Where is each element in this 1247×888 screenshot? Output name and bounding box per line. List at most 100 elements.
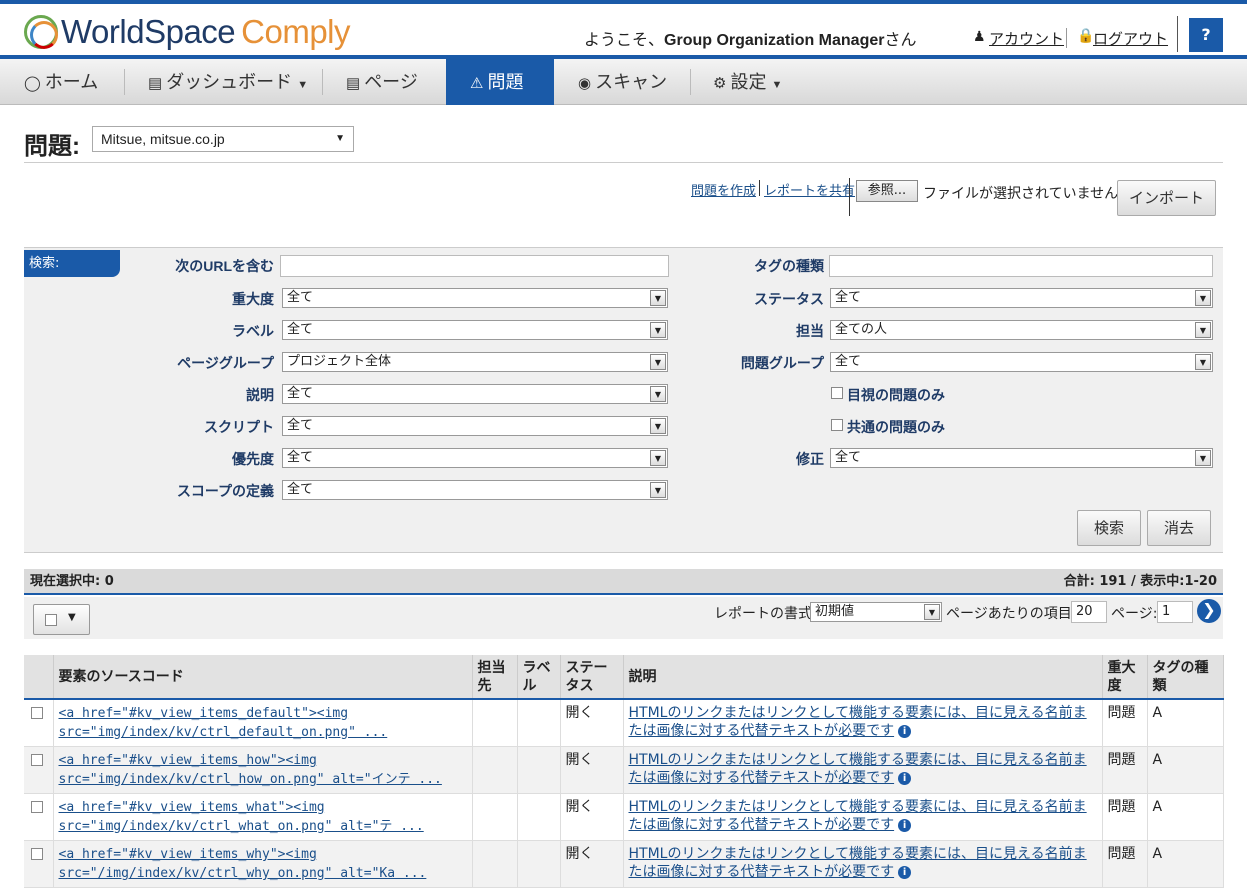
chevron-down-icon: ▼ [68,612,76,623]
page-input[interactable]: 1 [1157,601,1193,623]
chevron-down-icon: ▼ [1195,450,1211,466]
no-file-text: ファイルが選択されていません。 [923,186,1133,202]
tag-type-cell: A [1147,793,1224,841]
fix-label: 修正 [796,451,824,467]
column-header-status[interactable]: ステータス [560,655,624,700]
column-header-description[interactable]: 説明 [623,655,1103,700]
column-header-source[interactable]: 要素のソースコード [53,655,473,700]
source-code-link[interactable]: <a href="#kv_view_items_what"><img src="… [59,800,424,834]
nav-pages[interactable]: ▤ ページ [346,59,418,105]
common-only-label: 共通の問題のみ [847,419,945,435]
info-icon[interactable]: i [898,866,912,879]
row-checkbox[interactable] [31,848,43,860]
column-header-tag-type[interactable]: タグの種類 [1147,655,1224,700]
bulk-select-dropdown[interactable]: ▼ [33,604,90,635]
nav-dashboard[interactable]: ▤ ダッシュボード ▼ [148,59,308,105]
create-issue-link[interactable]: 問題を作成 [691,180,756,199]
assignee-select[interactable]: 全ての人 ▼ [830,320,1213,340]
status-select[interactable]: 全て ▼ [830,288,1213,308]
logo-text-comply: Comply [241,13,351,50]
script-select[interactable]: 全て ▼ [282,416,668,436]
nav-divider [690,69,691,95]
label-label: ラベル [232,323,274,339]
help-button[interactable]: ? [1189,18,1223,52]
scope-select[interactable]: 全て ▼ [282,480,668,500]
per-page-input[interactable]: 20 [1071,601,1107,623]
description-select[interactable]: 全て ▼ [282,384,668,404]
site-select[interactable]: Mitsue, mitsue.co.jp ▼ [92,126,354,152]
severity-cell: 問題 [1102,840,1148,888]
info-icon[interactable]: i [898,819,912,832]
severity-select[interactable]: 全て ▼ [282,288,668,308]
warning-icon: ⚠ [470,75,484,92]
nav-scan[interactable]: ◉ スキャン [578,59,667,105]
assignee-cell [472,840,518,888]
report-format-select[interactable]: 初期値 ▼ [810,602,942,622]
description-link[interactable]: HTMLのリンクまたはリンクとして機能する要素には、目に見える名前または画像に対… [629,799,1087,833]
source-code-link[interactable]: <a href="#kv_view_items_default"><img sr… [59,706,388,740]
table-row: <a href="#kv_view_items_default"><img sr… [24,699,1224,747]
account-link[interactable]: アカウント [989,28,1064,49]
description-link[interactable]: HTMLのリンクまたはリンクとして機能する要素には、目に見える名前または画像に対… [629,752,1087,786]
chevron-down-icon: ▼ [650,290,666,306]
lock-icon: 🔒 [1077,28,1095,44]
chevron-down-icon: ▼ [650,450,666,466]
main-nav: ◯ ホーム ▤ ダッシュボード ▼ ▤ ページ ⚠ 問題 ◉ スキャン ⚙ 設定 ▼ [0,59,1247,105]
scope-label: スコープの定義 [176,483,274,499]
common-only-checkbox[interactable] [831,419,843,431]
nav-issues[interactable]: ⚠ 問題 [446,59,554,105]
row-checkbox[interactable] [31,754,43,766]
label-select[interactable]: 全て ▼ [282,320,668,340]
description-link[interactable]: HTMLのリンクまたはリンクとして機能する要素には、目に見える名前または画像に対… [629,705,1087,739]
severity-cell: 問題 [1102,699,1148,747]
selected-count: 現在選択中: 0 [30,574,114,589]
assignee-cell [472,746,518,794]
nav-home[interactable]: ◯ ホーム [24,59,98,105]
search-panel: 検索: 次のURLを含む 重大度 全て ▼ ラベル 全て ▼ ページグループ プロジ… [24,247,1223,553]
chevron-down-icon: ▼ [650,482,666,498]
label-cell [517,840,561,888]
search-button[interactable]: 検索 [1077,510,1141,546]
browse-button[interactable]: 参照... [856,180,918,202]
nav-divider [322,69,323,95]
page-group-label: ページグループ [177,355,274,371]
chevron-down-icon: ▼ [1195,322,1211,338]
row-checkbox[interactable] [31,707,43,719]
source-code-link[interactable]: <a href="#kv_view_items_how"><img src="i… [59,753,442,787]
header-divider [1066,28,1067,48]
next-page-button[interactable]: ❯ [1197,599,1221,623]
chevron-down-icon: ▼ [335,133,345,144]
clear-button[interactable]: 消去 [1147,510,1211,546]
table-header-row: 要素のソースコード 担当先 ラベル ステータス 説明 重大度 タグの種類 [24,655,1224,700]
source-code-link[interactable]: <a href="#kv_view_items_why"><img src="/… [59,847,427,881]
info-icon[interactable]: i [898,725,912,738]
column-header-severity[interactable]: 重大度 [1102,655,1148,700]
share-report-link[interactable]: レポートを共有 [764,180,855,199]
logout-link[interactable]: ログアウト [1093,28,1168,49]
info-icon[interactable]: i [898,772,912,785]
worldspace-logo[interactable]: WorldSpace Comply [24,13,351,51]
chevron-down-icon: ▼ [1195,354,1211,370]
tag-type-input[interactable] [829,255,1213,277]
url-contains-input[interactable] [280,255,669,277]
description-link[interactable]: HTMLのリンクまたはリンクとして機能する要素には、目に見える名前または画像に対… [629,846,1087,880]
issue-group-select[interactable]: 全て ▼ [830,352,1213,372]
column-header-label[interactable]: ラベル [517,655,561,700]
fix-select[interactable]: 全て ▼ [830,448,1213,468]
url-contains-label: 次のURLを含む [175,258,274,274]
status-label: ステータス [754,291,824,307]
selection-bar: 現在選択中: 0 合計: 191 / 表示中:1-20 [24,569,1223,595]
page-group-select[interactable]: プロジェクト全体 ▼ [282,352,668,372]
status-cell: 開く [560,793,624,841]
import-button[interactable]: インポート [1117,180,1216,216]
gear-icon: ⚙ [713,75,727,92]
page-title: 問題: [24,133,80,160]
row-checkbox[interactable] [31,801,43,813]
nav-settings[interactable]: ⚙ 設定 ▼ [713,59,782,105]
visual-only-checkbox[interactable] [831,387,843,399]
priority-select[interactable]: 全て ▼ [282,448,668,468]
divider [24,162,1223,163]
globe-icon: ◯ [24,75,41,92]
column-header-assignee[interactable]: 担当先 [472,655,518,700]
status-cell: 開く [560,699,624,747]
